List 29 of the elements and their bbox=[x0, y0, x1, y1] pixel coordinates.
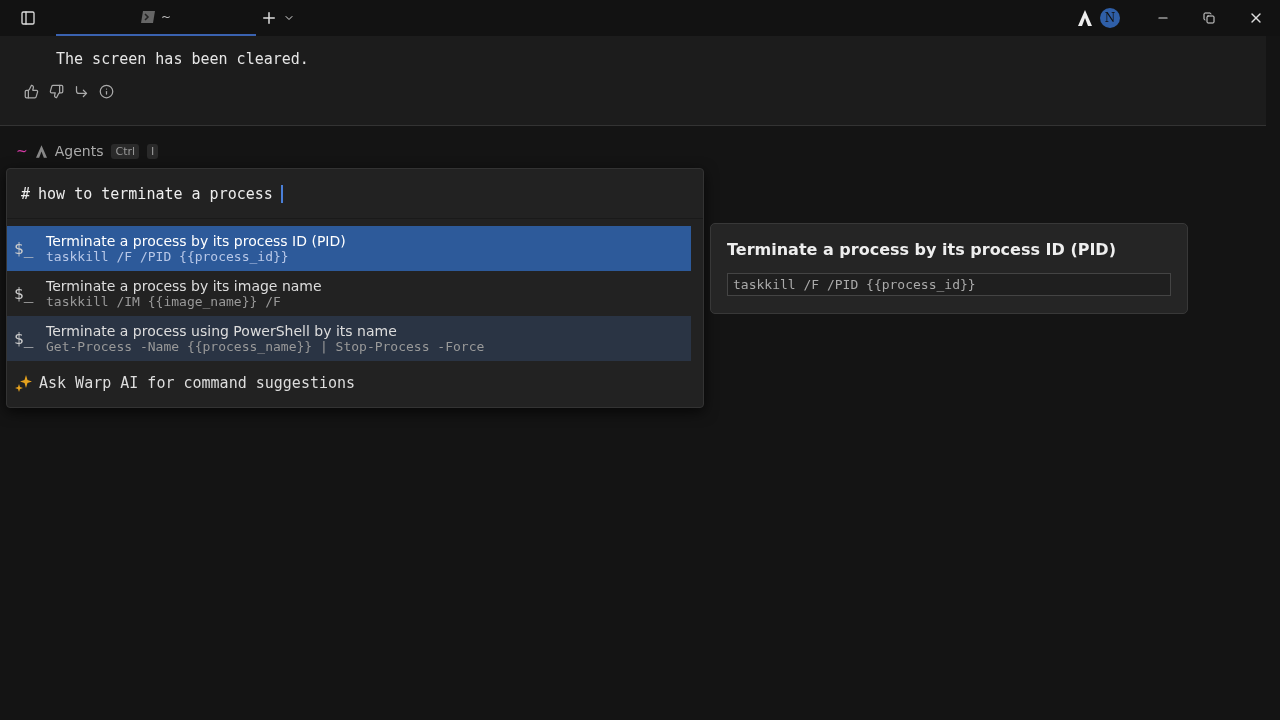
logo-icon bbox=[35, 144, 47, 158]
agents-label[interactable]: Agents bbox=[54, 143, 104, 159]
preview-command: taskkill /F /PID {{process_id}} bbox=[727, 273, 1171, 296]
suggestion-command: taskkill /IM {{image_name}} /F bbox=[46, 294, 282, 309]
suggestion-item[interactable]: $_ Terminate a process by its process ID (PID) taskkill /F /PID {{process_id}} bbox=[7, 226, 691, 271]
search-field[interactable]: # how to terminate a process bbox=[21, 184, 283, 203]
shortcut-key: Ctrl bbox=[111, 143, 140, 159]
logo-icon[interactable] bbox=[1078, 10, 1092, 26]
suggestion-item[interactable]: $_ Terminate a process by its image name taskkill /IM {{image_name}} /F bbox=[7, 271, 691, 316]
suggestion-title: Terminate a process using PowerShell by its name bbox=[46, 323, 398, 339]
suggestion-command: Get-Process -Name {{process_name}} | Stop-Process -Force bbox=[46, 339, 485, 354]
sparkle-icon bbox=[15, 374, 33, 392]
prompt-icon: $_ bbox=[14, 284, 36, 303]
share-arrow-icon[interactable] bbox=[74, 84, 89, 99]
ask-ai-button[interactable]: Ask Warp AI for command suggestions bbox=[7, 361, 362, 405]
thumbs-up-icon[interactable] bbox=[24, 84, 39, 99]
info-icon[interactable] bbox=[99, 84, 114, 99]
prompt-icon: $_ bbox=[14, 329, 36, 348]
suggestion-command: taskkill /F /PID {{process_id}} bbox=[46, 249, 290, 264]
suggestion-title: Terminate a process by its process ID (PID) bbox=[46, 233, 346, 249]
preview-title: Terminate a process by its process ID (PID) bbox=[727, 240, 1117, 259]
output-text: The screen has been cleared. bbox=[56, 50, 310, 68]
prompt-directory: ~ bbox=[16, 143, 28, 159]
prompt-icon: $_ bbox=[14, 239, 36, 258]
suggestion-item[interactable]: $_ Terminate a process using PowerShell by its name Get-Process -Name {{process_name}} | Stop-Process -Force bbox=[7, 316, 691, 361]
suggestion-title: Terminate a process by its image name bbox=[46, 278, 322, 294]
terminal-icon bbox=[140, 11, 155, 23]
shortcut-key: I bbox=[147, 143, 159, 159]
thumbs-down-icon[interactable] bbox=[49, 84, 64, 99]
